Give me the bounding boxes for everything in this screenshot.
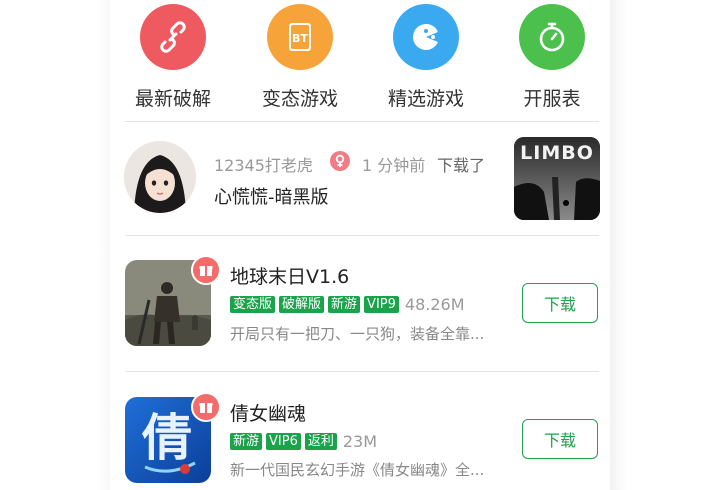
tag-badge: 返利 — [304, 433, 337, 450]
activity-verb: 下载了 — [437, 156, 486, 175]
gift-icon — [191, 392, 221, 422]
bt-icon: BT — [267, 4, 333, 70]
activity-game-icon[interactable]: LIMBO — [514, 137, 600, 220]
female-icon — [330, 151, 350, 171]
divider — [125, 121, 599, 122]
download-button[interactable]: 下载 — [522, 283, 598, 323]
game-tags: 变态版 破解版 新游 VIP9 48.26M — [230, 295, 465, 314]
activity-username[interactable]: 12345打老虎 — [214, 152, 313, 176]
category-latest-cracked[interactable]: 最新破解 — [118, 0, 228, 110]
category-server-schedule[interactable]: 开服表 — [497, 0, 607, 110]
category-label: 精选游戏 — [387, 88, 464, 110]
category-label: 最新破解 — [134, 88, 211, 110]
category-selected-games[interactable]: 精选游戏 — [371, 0, 481, 110]
file-size: 48.26M — [404, 295, 465, 314]
divider — [125, 371, 599, 372]
game-title[interactable]: 地球末日V1.6 — [230, 262, 349, 289]
tag-badge: 破解版 — [279, 296, 325, 313]
tag-badge: 新游 — [230, 433, 263, 450]
stopwatch-icon — [519, 4, 585, 70]
activity-time: 1 分钟前 — [362, 156, 426, 175]
divider — [125, 235, 599, 236]
limbo-logo-text: LIMBO — [520, 142, 594, 164]
download-button[interactable]: 下载 — [522, 419, 598, 459]
tag-badge: VIP9 — [364, 296, 399, 313]
category-bt-games[interactable]: BT 变态游戏 — [245, 0, 355, 110]
svg-text:BT: BT — [292, 32, 308, 45]
avatar[interactable] — [124, 141, 196, 213]
activity-game-name[interactable]: 心慌慌-暗黑版 — [214, 183, 329, 209]
file-size: 23M — [342, 432, 378, 451]
category-label: 变态游戏 — [261, 88, 338, 110]
tag-badge: VIP6 — [266, 433, 301, 450]
gamepad-icon — [393, 4, 459, 70]
game-description: 新一代国民玄幻手游《倩女幽魂》全... — [230, 461, 485, 479]
game-logo-glyph: 倩 — [141, 408, 192, 467]
gift-icon — [191, 255, 221, 285]
tag-badge: 变态版 — [230, 296, 276, 313]
category-label: 开服表 — [523, 88, 581, 110]
game-title[interactable]: 倩女幽魂 — [230, 399, 306, 426]
game-tags: 新游 VIP6 返利 23M — [230, 432, 377, 451]
game-description: 开局只有一把刀、一只狗，装备全靠... — [230, 325, 485, 343]
tag-badge: 新游 — [328, 296, 361, 313]
link-icon — [140, 4, 206, 70]
